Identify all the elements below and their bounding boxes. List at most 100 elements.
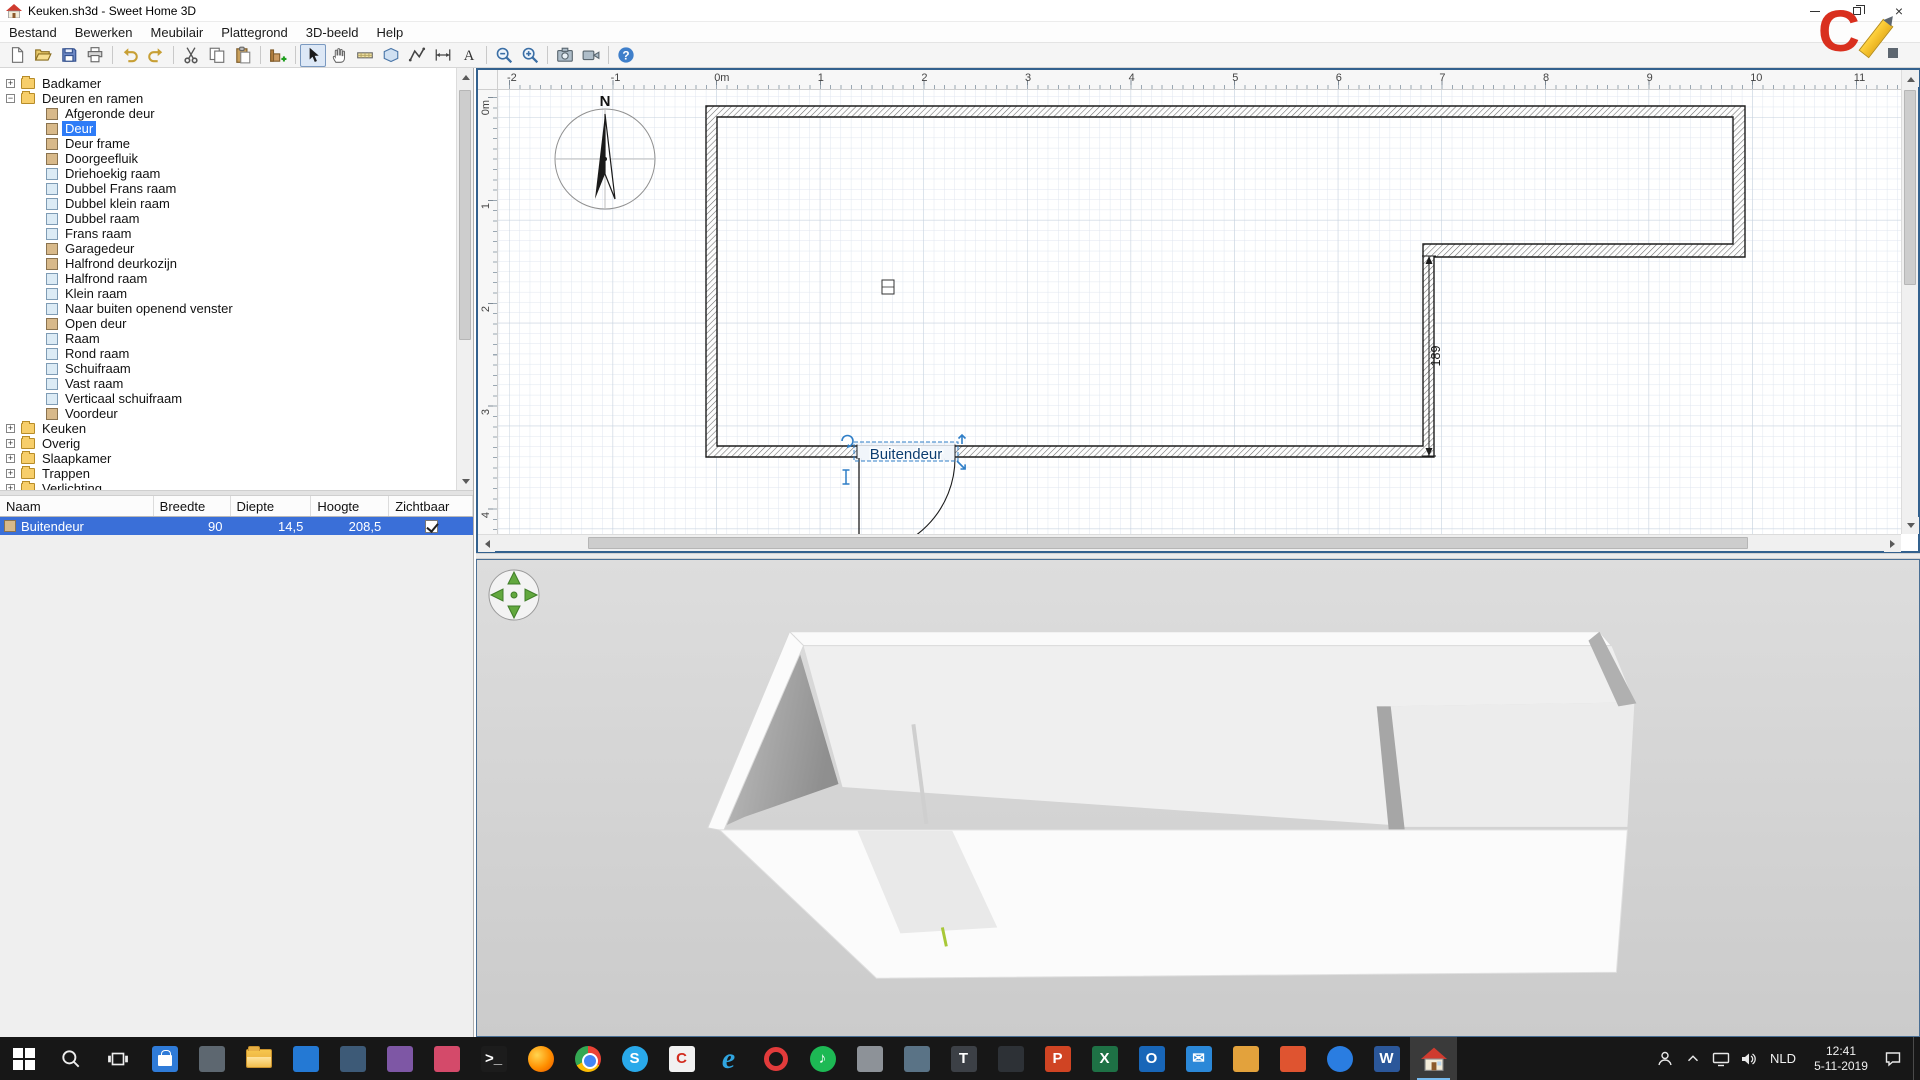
taskbar-your-phone[interactable] xyxy=(188,1037,235,1080)
small-furniture-item[interactable] xyxy=(882,280,894,294)
taskbar-app-gray[interactable] xyxy=(846,1037,893,1080)
plan-canvas[interactable]: N 189 xyxy=(498,90,1901,534)
taskbar-firefox[interactable] xyxy=(517,1037,564,1080)
print-button[interactable] xyxy=(82,44,108,67)
paste-button[interactable] xyxy=(230,44,256,67)
menu-plattegrond[interactable]: Plattegrond xyxy=(212,23,297,42)
create-rooms-button[interactable] xyxy=(378,44,404,67)
column-header-hoogte[interactable]: Hoogte xyxy=(311,496,389,516)
furniture-row-buitendeur[interactable]: Buitendeur9014,5208,5 xyxy=(0,517,473,535)
tree-item-rond-raam[interactable]: Rond raam xyxy=(0,346,456,361)
menu-3d-beeld[interactable]: 3D-beeld xyxy=(297,23,368,42)
taskbar-word[interactable]: W xyxy=(1363,1037,1410,1080)
clock[interactable]: 12:41 5-11-2019 xyxy=(1803,1044,1879,1074)
tree-item-afgeronde-deur[interactable]: Afgeronde deur xyxy=(0,106,456,121)
scroll-down-button[interactable] xyxy=(457,473,473,490)
expand-handle-icon[interactable]: + xyxy=(6,79,15,88)
tree-category-badkamer[interactable]: +Badkamer xyxy=(0,76,456,91)
pan-button[interactable] xyxy=(326,44,352,67)
taskbar-edge[interactable]: e xyxy=(705,1037,752,1080)
tree-category-slaapkamer[interactable]: +Slaapkamer xyxy=(0,451,456,466)
visible-checkbox[interactable] xyxy=(425,520,438,533)
taskbar-app-vermilion[interactable] xyxy=(1269,1037,1316,1080)
taskbar-app-red-c[interactable]: C xyxy=(658,1037,705,1080)
taskbar-app-violet[interactable] xyxy=(376,1037,423,1080)
action-center-icon[interactable] xyxy=(1879,1037,1907,1080)
tree-category-deuren-en-ramen[interactable]: −Deuren en ramen xyxy=(0,91,456,106)
tree-item-driehoekig-raam[interactable]: Driehoekig raam xyxy=(0,166,456,181)
tree-item-deur[interactable]: Deur xyxy=(0,121,456,136)
add-texts-button[interactable]: A xyxy=(456,44,482,67)
tree-item-dubbel-klein-raam[interactable]: Dubbel klein raam xyxy=(0,196,456,211)
taskbar-app-steel[interactable] xyxy=(893,1037,940,1080)
tree-item-doorgeefluik[interactable]: Doorgeefluik xyxy=(0,151,456,166)
tree-item-deur-frame[interactable]: Deur frame xyxy=(0,136,456,151)
taskbar-mail[interactable]: ✉ xyxy=(1175,1037,1222,1080)
taskbar-app-graphite[interactable] xyxy=(987,1037,1034,1080)
tree-item-naar-buiten-openend-venster[interactable]: Naar buiten openend venster xyxy=(0,301,456,316)
tree-item-voordeur[interactable]: Voordeur xyxy=(0,406,456,421)
taskbar-terminal[interactable]: >_ xyxy=(470,1037,517,1080)
taskbar-outlook[interactable]: O xyxy=(1128,1037,1175,1080)
undo-button[interactable] xyxy=(117,44,143,67)
network-icon[interactable] xyxy=(1707,1037,1735,1080)
taskbar-app-navy[interactable] xyxy=(329,1037,376,1080)
taskbar-file-explorer[interactable] xyxy=(235,1037,282,1080)
create-video-button[interactable] xyxy=(578,44,604,67)
taskbar-task-view[interactable] xyxy=(94,1037,141,1080)
scroll-up-button[interactable] xyxy=(457,68,473,85)
plan-scroll-left-button[interactable] xyxy=(478,535,495,552)
tree-item-halfrond-deurkozijn[interactable]: Halfrond deurkozijn xyxy=(0,256,456,271)
taskbar-skype[interactable]: S xyxy=(611,1037,658,1080)
taskbar-app-amber[interactable] xyxy=(1222,1037,1269,1080)
plan-vscroll-thumb[interactable] xyxy=(1904,90,1916,285)
menu-bestand[interactable]: Bestand xyxy=(0,23,66,42)
help-button[interactable]: ? xyxy=(613,44,639,67)
tree-item-open-deur[interactable]: Open deur xyxy=(0,316,456,331)
create-polylines-button[interactable] xyxy=(404,44,430,67)
open-button[interactable] xyxy=(30,44,56,67)
tree-item-raam[interactable]: Raam xyxy=(0,331,456,346)
tree-item-frans-raam[interactable]: Frans raam xyxy=(0,226,456,241)
create-dimensions-button[interactable] xyxy=(430,44,456,67)
3d-navigation-compass[interactable] xyxy=(487,568,541,622)
expand-handle-icon[interactable]: + xyxy=(6,454,15,463)
expand-handle-icon[interactable]: + xyxy=(6,469,15,478)
create-photo-button[interactable] xyxy=(552,44,578,67)
redo-button[interactable] xyxy=(143,44,169,67)
select-button[interactable] xyxy=(300,44,326,67)
language-indicator[interactable]: NLD xyxy=(1763,1051,1803,1066)
column-header-breedte[interactable]: Breedte xyxy=(154,496,231,516)
cut-button[interactable] xyxy=(178,44,204,67)
taskbar-sweet-home-3d[interactable] xyxy=(1410,1037,1457,1080)
taskbar-start[interactable] xyxy=(0,1037,47,1080)
save-button[interactable] xyxy=(56,44,82,67)
collapse-handle-icon[interactable]: − xyxy=(6,94,15,103)
tree-item-garagedeur[interactable]: Garagedeur xyxy=(0,241,456,256)
menu-meubilair[interactable]: Meubilair xyxy=(142,23,213,42)
column-header-naam[interactable]: Naam xyxy=(0,496,154,516)
taskbar-app-azure[interactable] xyxy=(1316,1037,1363,1080)
expand-handle-icon[interactable]: + xyxy=(6,439,15,448)
tree-item-halfrond-raam[interactable]: Halfrond raam xyxy=(0,271,456,286)
tree-category-verlichting[interactable]: +Verlichting xyxy=(0,481,456,490)
plan-scroll-down-button[interactable] xyxy=(1902,517,1919,534)
tree-category-trappen[interactable]: +Trappen xyxy=(0,466,456,481)
plan-vertical-scrollbar[interactable] xyxy=(1901,70,1918,534)
taskbar-spotify[interactable]: ♪ xyxy=(799,1037,846,1080)
taskbar-photos[interactable] xyxy=(282,1037,329,1080)
column-header-diepte[interactable]: Diepte xyxy=(231,496,312,516)
scrollbar-thumb[interactable] xyxy=(459,90,471,340)
taskbar-powerpoint[interactable]: P xyxy=(1034,1037,1081,1080)
plan-scroll-right-button[interactable] xyxy=(1884,535,1901,552)
zoom-in-button[interactable] xyxy=(517,44,543,67)
taskbar-opera[interactable] xyxy=(752,1037,799,1080)
volume-icon[interactable] xyxy=(1735,1037,1763,1080)
menu-help[interactable]: Help xyxy=(368,23,413,42)
tree-item-dubbel-frans-raam[interactable]: Dubbel Frans raam xyxy=(0,181,456,196)
taskbar-excel[interactable]: X xyxy=(1081,1037,1128,1080)
new-document-button[interactable] xyxy=(4,44,30,67)
tray-chevron-up-icon[interactable] xyxy=(1679,1037,1707,1080)
catalog-scrollbar[interactable] xyxy=(456,68,473,490)
tree-category-overig[interactable]: +Overig xyxy=(0,436,456,451)
